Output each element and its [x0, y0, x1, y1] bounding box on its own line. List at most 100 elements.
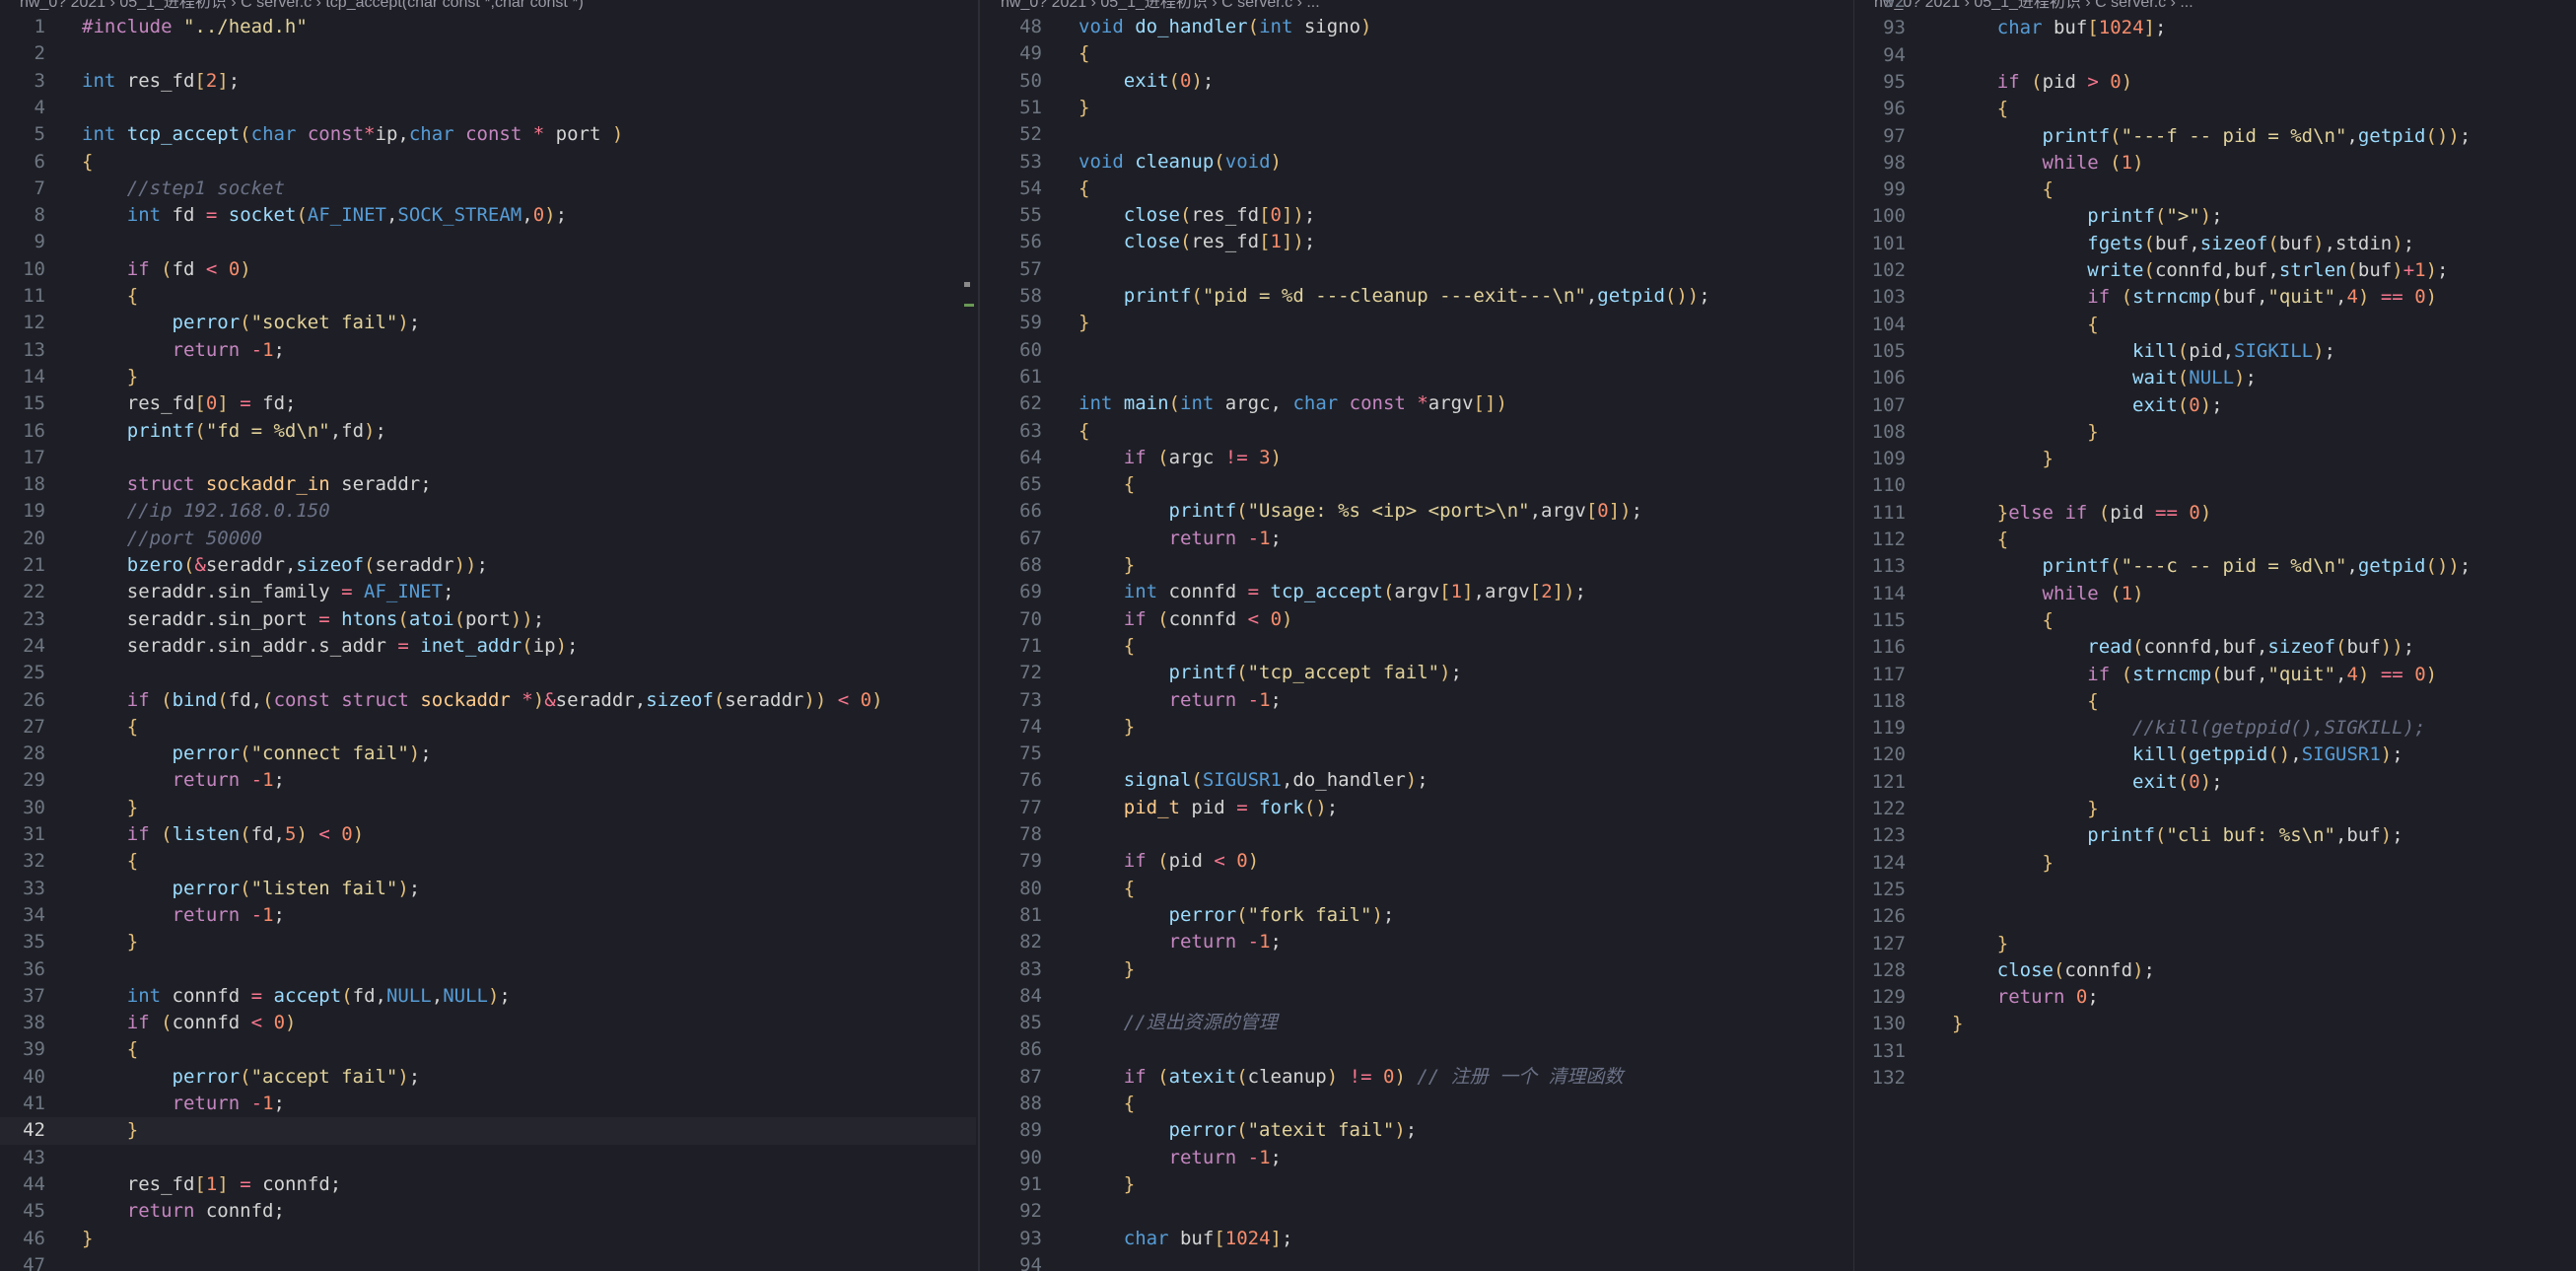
- code-line[interactable]: 2: [0, 40, 976, 67]
- code-text[interactable]: }: [1079, 95, 1089, 121]
- code-line[interactable]: 19 //ip 192.168.0.150: [0, 498, 976, 525]
- code-line[interactable]: 24 seraddr.sin_addr.s_addr = inet_addr(i…: [0, 633, 976, 660]
- scrollbar-marker[interactable]: [964, 282, 970, 287]
- code-line[interactable]: 14 }: [0, 364, 976, 390]
- code-line[interactable]: 93 char buf[1024];: [981, 1226, 1853, 1252]
- code-line[interactable]: 1 #include "../head.h": [0, 14, 976, 40]
- code-text[interactable]: }: [82, 364, 138, 390]
- code-text[interactable]: {: [1952, 688, 2098, 715]
- editor-pane-right[interactable]: hw_0? 2021 › 05_1_进程初识 › C server.c › ..…: [1854, 0, 2576, 1271]
- code-line[interactable]: 108 }: [1854, 419, 2576, 446]
- code-line[interactable]: 104 {: [1854, 312, 2576, 338]
- code-line[interactable]: 115 {: [1854, 607, 2576, 634]
- breadcrumb[interactable]: hw_0? 2021 › 05_1_进程初识 › C server.c › ..…: [981, 0, 1853, 10]
- code-line[interactable]: 97 printf("---f -- pid = %d\n",getpid())…: [1854, 123, 2576, 150]
- code-line[interactable]: 118 {: [1854, 688, 2576, 715]
- code-text[interactable]: printf("tcp_accept fail");: [1079, 660, 1462, 686]
- code-line[interactable]: 129 return 0;: [1854, 984, 2576, 1011]
- code-line[interactable]: 63 {: [981, 418, 1853, 445]
- code-text[interactable]: {: [1079, 418, 1089, 445]
- code-text[interactable]: while (1): [1952, 150, 2144, 177]
- code-line[interactable]: 42 }: [0, 1117, 976, 1145]
- code-text[interactable]: int connfd = accept(fd,NULL,NULL);: [82, 983, 511, 1010]
- code-text[interactable]: {: [1079, 633, 1135, 660]
- code-line[interactable]: 126: [1854, 903, 2576, 930]
- code-text[interactable]: {: [82, 1036, 138, 1063]
- code-text[interactable]: {: [1079, 40, 1089, 67]
- code-text[interactable]: }: [1079, 1171, 1135, 1198]
- code-line[interactable]: 128 close(connfd);: [1854, 957, 2576, 984]
- code-text[interactable]: //step1 socket: [82, 176, 285, 202]
- code-text[interactable]: void do_handler(int signo): [1079, 14, 1372, 40]
- code-line[interactable]: 59}: [981, 310, 1853, 336]
- code-line[interactable]: 84: [981, 983, 1853, 1010]
- code-line[interactable]: 96 {: [1854, 96, 2576, 122]
- code-line[interactable]: 23 seraddr.sin_port = htons(atoi(port));: [0, 606, 976, 633]
- code-text[interactable]: res_fd[1] = connfd;: [82, 1171, 341, 1198]
- code-text[interactable]: //ip 192.168.0.150: [82, 498, 330, 525]
- code-line[interactable]: 22 seraddr.sin_family = AF_INET;: [0, 579, 976, 605]
- code-text[interactable]: kill(pid,SIGKILL);: [1952, 338, 2335, 365]
- code-line[interactable]: 72 printf("tcp_accept fail");: [981, 660, 1853, 686]
- code-text[interactable]: perror("socket fail");: [82, 310, 421, 336]
- code-text[interactable]: printf("---c -- pid = %d\n",getpid());: [1952, 553, 2472, 580]
- code-line[interactable]: 41 return -1;: [0, 1091, 976, 1117]
- code-line[interactable]: 35 }: [0, 929, 976, 955]
- code-line[interactable]: 79 if (pid < 0): [981, 848, 1853, 875]
- code-line[interactable]: 12 perror("socket fail");: [0, 310, 976, 336]
- code-line[interactable]: 95 if (pid > 0): [1854, 69, 2576, 96]
- editor-pane-middle[interactable]: hw_0? 2021 › 05_1_进程初识 › C server.c › ..…: [981, 0, 1853, 1271]
- code-line[interactable]: 120 kill(getppid(),SIGUSR1);: [1854, 741, 2576, 768]
- code-line[interactable]: 127 }: [1854, 931, 2576, 957]
- code-line[interactable]: 51}: [981, 95, 1853, 121]
- code-line[interactable]: 88 {: [981, 1091, 1853, 1117]
- code-line[interactable]: 60: [981, 337, 1853, 364]
- code-line[interactable]: 93 char buf[1024];: [1854, 15, 2576, 41]
- code-line[interactable]: 64 if (argc != 3): [981, 445, 1853, 471]
- code-text[interactable]: //port 50000: [82, 526, 262, 552]
- code-line[interactable]: 114 while (1): [1854, 581, 2576, 607]
- code-line[interactable]: 13 return -1;: [0, 337, 976, 364]
- code-text[interactable]: void cleanup(void): [1079, 149, 1282, 176]
- code-text[interactable]: int tcp_accept(char const*ip,char const …: [82, 121, 623, 148]
- code-line[interactable]: 73 return -1;: [981, 687, 1853, 714]
- code-line[interactable]: 90 return -1;: [981, 1145, 1853, 1171]
- code-line[interactable]: 92: [981, 1198, 1853, 1225]
- code-line[interactable]: 25: [0, 660, 976, 686]
- code-line[interactable]: 103 if (strncmp(buf,"quit",4) == 0): [1854, 284, 2576, 311]
- code-line[interactable]: 68 }: [981, 552, 1853, 579]
- code-text[interactable]: return -1;: [1079, 526, 1282, 552]
- code-text[interactable]: if (fd < 0): [82, 256, 251, 283]
- code-line[interactable]: 124 }: [1854, 850, 2576, 877]
- code-line[interactable]: 18 struct sockaddr_in seraddr;: [0, 471, 976, 498]
- code-line[interactable]: 3 int res_fd[2];: [0, 68, 976, 95]
- code-text[interactable]: wait(NULL);: [1952, 365, 2257, 391]
- code-line[interactable]: 80 {: [981, 876, 1853, 902]
- code-line[interactable]: 83 }: [981, 956, 1853, 983]
- code-text[interactable]: }: [1952, 850, 2054, 877]
- code-text[interactable]: exit(0);: [1952, 769, 2223, 796]
- code-text[interactable]: while (1): [1952, 581, 2144, 607]
- code-text[interactable]: printf("cli buf: %s\n",buf);: [1952, 822, 2402, 849]
- code-text[interactable]: printf("Usage: %s <ip> <port>\n",argv[0]…: [1079, 498, 1643, 525]
- code-line[interactable]: 87 if (atexit(cleanup) != 0) // 注册 一个 清理…: [981, 1064, 1853, 1091]
- code-line[interactable]: 106 wait(NULL);: [1854, 365, 2576, 391]
- code-text[interactable]: pid_t pid = fork();: [1079, 795, 1338, 821]
- code-line[interactable]: 65 {: [981, 471, 1853, 498]
- code-line[interactable]: 100 printf(">");: [1854, 203, 2576, 230]
- code-text[interactable]: kill(getppid(),SIGUSR1);: [1952, 741, 2403, 768]
- code-line[interactable]: 62 int main(int argc, char const *argv[]): [981, 390, 1853, 417]
- code-text[interactable]: write(connfd,buf,strlen(buf)+1);: [1952, 257, 2448, 284]
- code-line[interactable]: 94: [1854, 42, 2576, 69]
- code-text[interactable]: if (argc != 3): [1079, 445, 1282, 471]
- code-text[interactable]: return -1;: [82, 337, 285, 364]
- code-line[interactable]: 85 //退出资源的管理: [981, 1010, 1853, 1036]
- code-text[interactable]: return -1;: [82, 767, 285, 794]
- breadcrumb[interactable]: hw_0? 2021 › 05_1_进程初识 › C server.c › tc…: [0, 0, 976, 10]
- code-line[interactable]: 56 close(res_fd[1]);: [981, 229, 1853, 255]
- code-text[interactable]: fgets(buf,sizeof(buf),stdin);: [1952, 231, 2414, 257]
- code-line[interactable]: 70 if (connfd < 0): [981, 606, 1853, 633]
- code-line[interactable]: 55 close(res_fd[0]);: [981, 202, 1853, 229]
- code-line[interactable]: 75: [981, 741, 1853, 767]
- code-text[interactable]: #include "../head.h": [82, 14, 308, 40]
